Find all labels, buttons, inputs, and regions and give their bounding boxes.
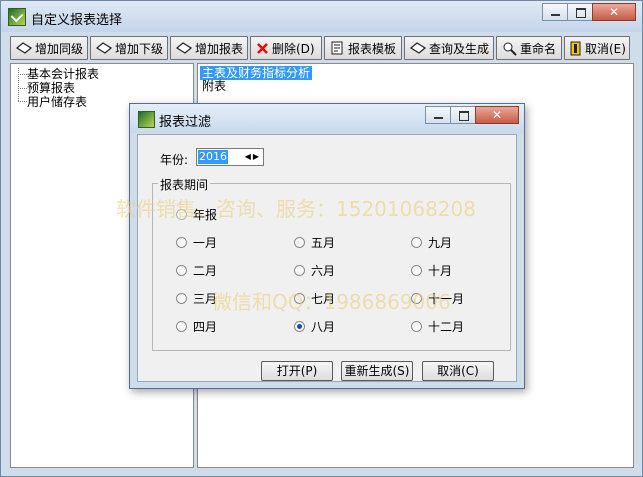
watermark-sales: 软件销售、咨询、服务：15201068208 (116, 197, 476, 221)
radio-circle (176, 237, 187, 248)
dialog-maximize-button[interactable] (450, 106, 476, 124)
close-icon: ✕ (491, 108, 503, 122)
maximize-button[interactable] (567, 3, 593, 21)
toolbar-label: 重命名 (520, 41, 557, 56)
add-sibling-button[interactable]: 增加同级 (10, 36, 88, 60)
year-label: 年份: (160, 153, 189, 167)
radio-oct[interactable]: 十月 (411, 262, 452, 279)
diamond-icon (96, 42, 112, 54)
toolbar: 增加同级 增加下级 增加报表 删除(D) 报表模板 查询及生成 重命名 取消(E… (10, 36, 634, 60)
diamond-icon (16, 42, 32, 54)
minimize-button[interactable] (542, 3, 568, 21)
app-icon (8, 8, 26, 26)
radio-sep[interactable]: 九月 (411, 234, 452, 251)
radio-circle (176, 265, 187, 276)
minimize-icon (551, 14, 560, 16)
tree-connector (18, 101, 27, 102)
radio-feb[interactable]: 二月 (176, 262, 217, 279)
tree-connector (18, 68, 19, 101)
radio-circle (176, 321, 187, 332)
dialog-body: 年份: 2016 ◀▶ 报表期间 年报 一月 二月 三月 四月 五月 六月 七月… (137, 134, 517, 382)
open-button[interactable]: 打开(P) (261, 361, 333, 381)
close-icon: ✕ (608, 5, 620, 19)
period-group-label: 报表期间 (158, 176, 211, 193)
radio-circle-selected (294, 321, 305, 332)
tree-item[interactable]: 基本会计报表 (27, 67, 99, 81)
add-report-button[interactable]: 增加报表 (170, 36, 248, 60)
year-stepper[interactable]: 2016 ◀▶ (196, 148, 264, 166)
cancel-button[interactable]: 取消(E) (564, 36, 630, 60)
dialog-close-button[interactable]: ✕ (475, 106, 519, 124)
dialog-title-bar[interactable]: 报表过滤 ✕ (130, 104, 524, 133)
tree-connector (18, 74, 27, 75)
radio-may[interactable]: 五月 (294, 234, 335, 251)
dialog-cancel-button[interactable]: 取消(C) (422, 361, 494, 381)
toolbar-label: 增加下级 (115, 41, 164, 56)
radio-circle (411, 265, 422, 276)
dialog-minimize-button[interactable] (425, 106, 451, 124)
window-title: 自定义报表选择 (31, 13, 123, 28)
dialog-title: 报表过滤 (159, 115, 212, 130)
radio-dec[interactable]: 十二月 (411, 318, 464, 335)
maximize-icon (459, 111, 469, 121)
query-generate-button[interactable]: 查询及生成 (404, 36, 494, 60)
delete-button[interactable]: 删除(D) (250, 36, 322, 60)
report-template-button[interactable]: 报表模板 (324, 36, 402, 60)
app-icon (138, 111, 155, 128)
regenerate-button[interactable]: 重新生成(S) (341, 361, 413, 381)
maximize-icon (576, 8, 586, 18)
red-x-icon (257, 42, 268, 54)
close-button[interactable]: ✕ (592, 3, 636, 21)
toolbar-label: 增加报表 (195, 41, 244, 56)
rename-icon (503, 42, 517, 56)
toolbar-label: 报表模板 (348, 41, 397, 56)
exit-icon (570, 41, 581, 55)
toolbar-label: 增加同级 (35, 41, 84, 56)
year-value[interactable]: 2016 (198, 150, 228, 164)
tree-item[interactable]: 预算报表 (27, 81, 75, 95)
radio-jan[interactable]: 一月 (176, 234, 217, 251)
radio-apr[interactable]: 四月 (176, 318, 217, 335)
list-item[interactable]: 附表 (202, 79, 226, 93)
title-bar[interactable]: 自定义报表选择 ✕ (1, 1, 642, 32)
tree-connector (18, 88, 27, 89)
diamond-icon (410, 42, 426, 54)
radio-circle (411, 237, 422, 248)
add-child-button[interactable]: 增加下级 (90, 36, 168, 60)
toolbar-label: 查询及生成 (429, 41, 490, 56)
radio-circle (411, 321, 422, 332)
radio-circle (176, 293, 187, 304)
radio-aug[interactable]: 八月 (294, 318, 335, 335)
filter-dialog: 报表过滤 ✕ 年份: 2016 ◀▶ 报表期间 年报 一月 二月 三月 四月 五… (129, 103, 525, 389)
radio-mar[interactable]: 三月 (176, 290, 217, 307)
radio-jun[interactable]: 六月 (294, 262, 335, 279)
tree-item[interactable]: 用户储存表 (27, 95, 87, 109)
watermark-contact: 微信和QQ：1986869006 (212, 290, 451, 314)
radio-circle (294, 265, 305, 276)
list-item-selected[interactable]: 主表及财务指标分析 (200, 66, 313, 80)
rename-button[interactable]: 重命名 (496, 36, 562, 60)
minimize-icon (434, 117, 443, 119)
template-icon (331, 41, 343, 54)
radio-circle (294, 237, 305, 248)
toolbar-label: 删除(D) (272, 41, 315, 56)
toolbar-label: 取消(E) (585, 41, 626, 56)
diamond-icon (176, 42, 192, 54)
spin-arrows-icon[interactable]: ◀▶ (245, 150, 261, 164)
